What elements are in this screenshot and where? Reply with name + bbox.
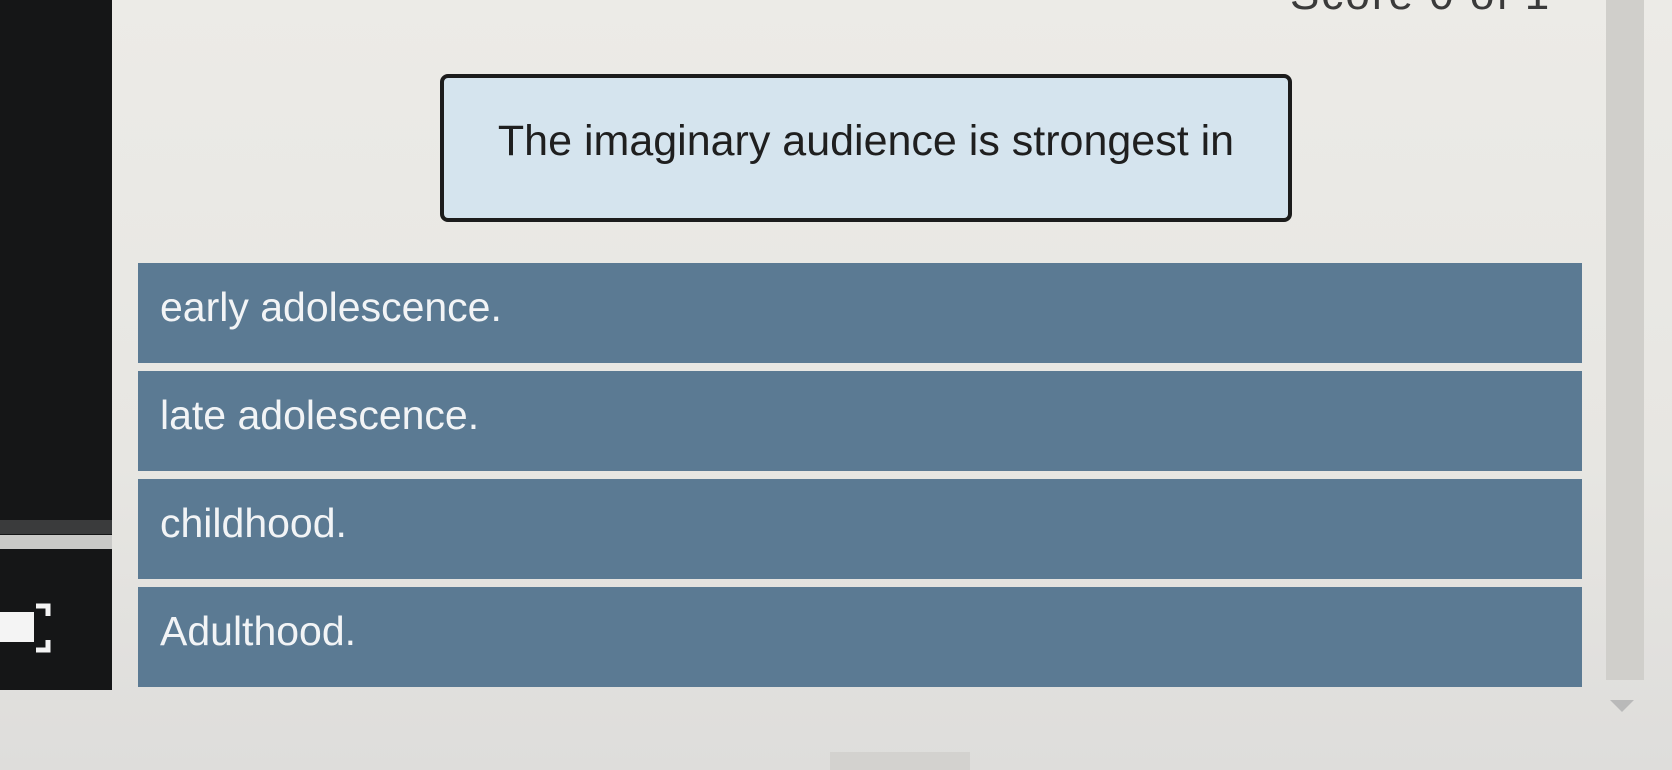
answer-option-late-adolescence[interactable]: late adolescence. xyxy=(138,371,1582,471)
scroll-down-arrow-icon[interactable] xyxy=(1610,700,1634,712)
answer-option-childhood[interactable]: childhood. xyxy=(138,479,1582,579)
question-card: The imaginary audience is strongest in xyxy=(440,74,1292,222)
panel-divider-light xyxy=(0,535,112,549)
answer-option-label: late adolescence. xyxy=(160,391,480,438)
bottom-tab xyxy=(830,752,970,770)
vertical-scrollbar[interactable] xyxy=(1606,0,1644,680)
answer-option-early-adolescence[interactable]: early adolescence. xyxy=(138,263,1582,363)
score-indicator: Score 0 of 1 xyxy=(1290,0,1551,20)
answer-option-adulthood[interactable]: Adulthood. xyxy=(138,587,1582,687)
quiz-screen: Score 0 of 1 The imaginary audience is s… xyxy=(0,0,1672,770)
answer-option-label: Adulthood. xyxy=(160,607,357,654)
answer-option-label: early adolescence. xyxy=(160,283,502,330)
panel-divider xyxy=(0,520,112,534)
fullscreen-icon[interactable] xyxy=(0,598,52,658)
answer-options: early adolescence. late adolescence. chi… xyxy=(138,263,1582,695)
question-text: The imaginary audience is strongest in xyxy=(497,116,1235,165)
left-side-panel xyxy=(0,0,112,690)
answer-option-label: childhood. xyxy=(160,499,347,546)
